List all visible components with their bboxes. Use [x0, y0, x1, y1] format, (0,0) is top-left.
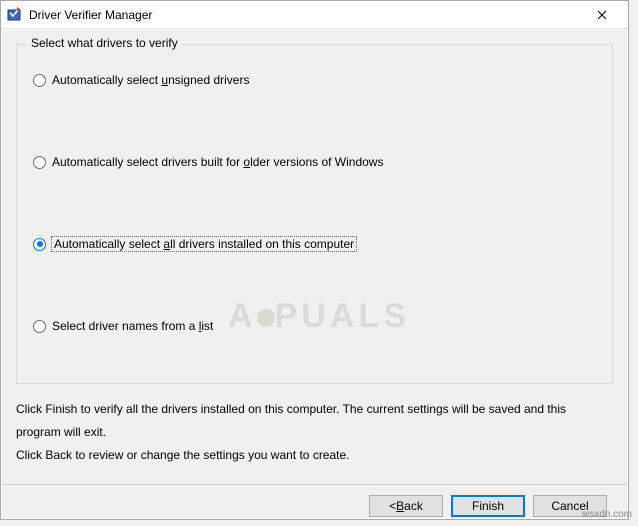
groupbox-title: Select what drivers to verify	[27, 36, 182, 50]
radio-icon	[33, 74, 46, 87]
radio-unsigned-drivers[interactable]: Automatically select unsigned drivers	[33, 73, 596, 87]
close-button[interactable]	[582, 1, 622, 29]
radio-icon	[33, 320, 46, 333]
help-line-1: Click Finish to verify all the drivers i…	[16, 398, 613, 444]
dialog-window: Driver Verifier Manager Select what driv…	[0, 0, 629, 520]
finish-button[interactable]: Finish	[451, 495, 525, 517]
radio-all-installed-drivers[interactable]: Automatically select all drivers install…	[33, 237, 596, 251]
radio-label: Select driver names from a list	[52, 319, 213, 333]
titlebar: Driver Verifier Manager	[1, 1, 628, 29]
radio-icon	[33, 156, 46, 169]
radio-older-windows-drivers[interactable]: Automatically select drivers built for o…	[33, 155, 596, 169]
radio-select-from-list[interactable]: Select driver names from a list	[33, 319, 596, 333]
radio-label: Automatically select unsigned drivers	[52, 73, 249, 87]
radio-label: Automatically select drivers built for o…	[52, 155, 383, 169]
button-row: < Back Finish Cancel	[16, 495, 607, 517]
client-area: Select what drivers to verify Automatica…	[2, 30, 627, 518]
close-icon	[597, 10, 607, 20]
back-button[interactable]: < Back	[369, 495, 443, 517]
app-icon	[7, 7, 23, 23]
window-title: Driver Verifier Manager	[29, 8, 582, 22]
divider	[2, 484, 627, 485]
radio-label: Automatically select all drivers install…	[52, 237, 356, 251]
radio-icon	[33, 238, 46, 251]
drivers-groupbox: Select what drivers to verify Automatica…	[16, 44, 613, 384]
credit-text: wsxdn.com	[582, 509, 632, 520]
help-line-2: Click Back to review or change the setti…	[16, 444, 613, 467]
help-text: Click Finish to verify all the drivers i…	[16, 398, 613, 466]
